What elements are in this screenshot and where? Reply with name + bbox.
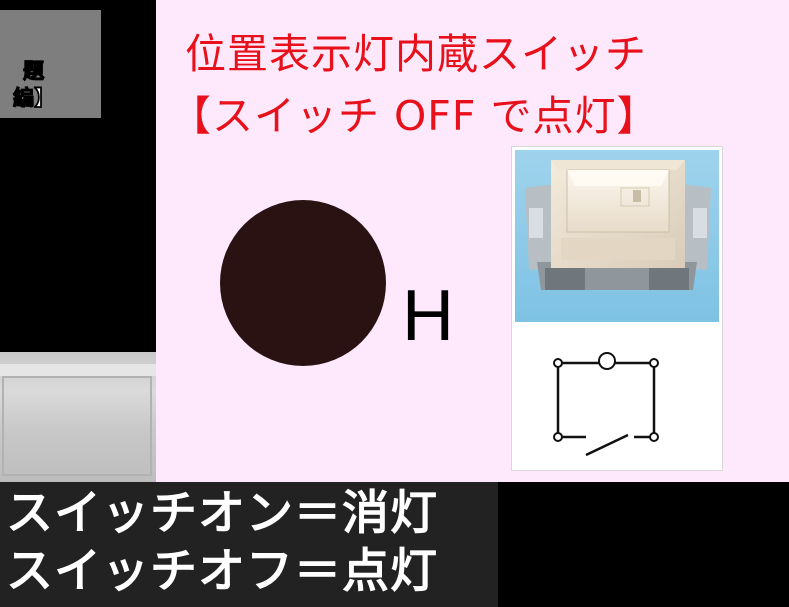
switch-photo-card bbox=[511, 146, 723, 471]
side-label-line2-red: ） bbox=[0, 86, 14, 111]
side-label-panel: 題 ）編】 bbox=[0, 10, 101, 118]
switch-symbol-letter: H bbox=[402, 276, 454, 356]
slide-panel: 位置表示灯内蔵スイッチ 【スイッチ OFF で点灯】 H bbox=[156, 0, 789, 482]
side-label-line1: 題 bbox=[23, 59, 45, 84]
switch-symbol-dot bbox=[220, 200, 386, 366]
side-photo-strip bbox=[0, 364, 156, 376]
slide-title-line1: 位置表示灯内蔵スイッチ bbox=[185, 30, 647, 78]
side-label-line2: ）編】 bbox=[0, 85, 56, 112]
side-photo-frame bbox=[2, 376, 152, 476]
caption-line2: スイッチオフ＝点灯 bbox=[6, 544, 438, 599]
slide-title-line2: 【スイッチ OFF で点灯】 bbox=[170, 92, 659, 140]
switch-product-photo bbox=[515, 150, 719, 322]
switch-schematic-diagram bbox=[553, 352, 659, 457]
side-photo-inset bbox=[0, 352, 156, 482]
side-label-text: 題 ）編】 bbox=[0, 58, 56, 111]
caption-line1: スイッチオン＝消灯 bbox=[6, 486, 438, 541]
side-label-line2-white: 編】 bbox=[13, 86, 56, 111]
video-frame: 題 ）編】 位置表示灯内蔵スイッチ 【スイッチ OFF で点灯】 H bbox=[0, 0, 789, 607]
